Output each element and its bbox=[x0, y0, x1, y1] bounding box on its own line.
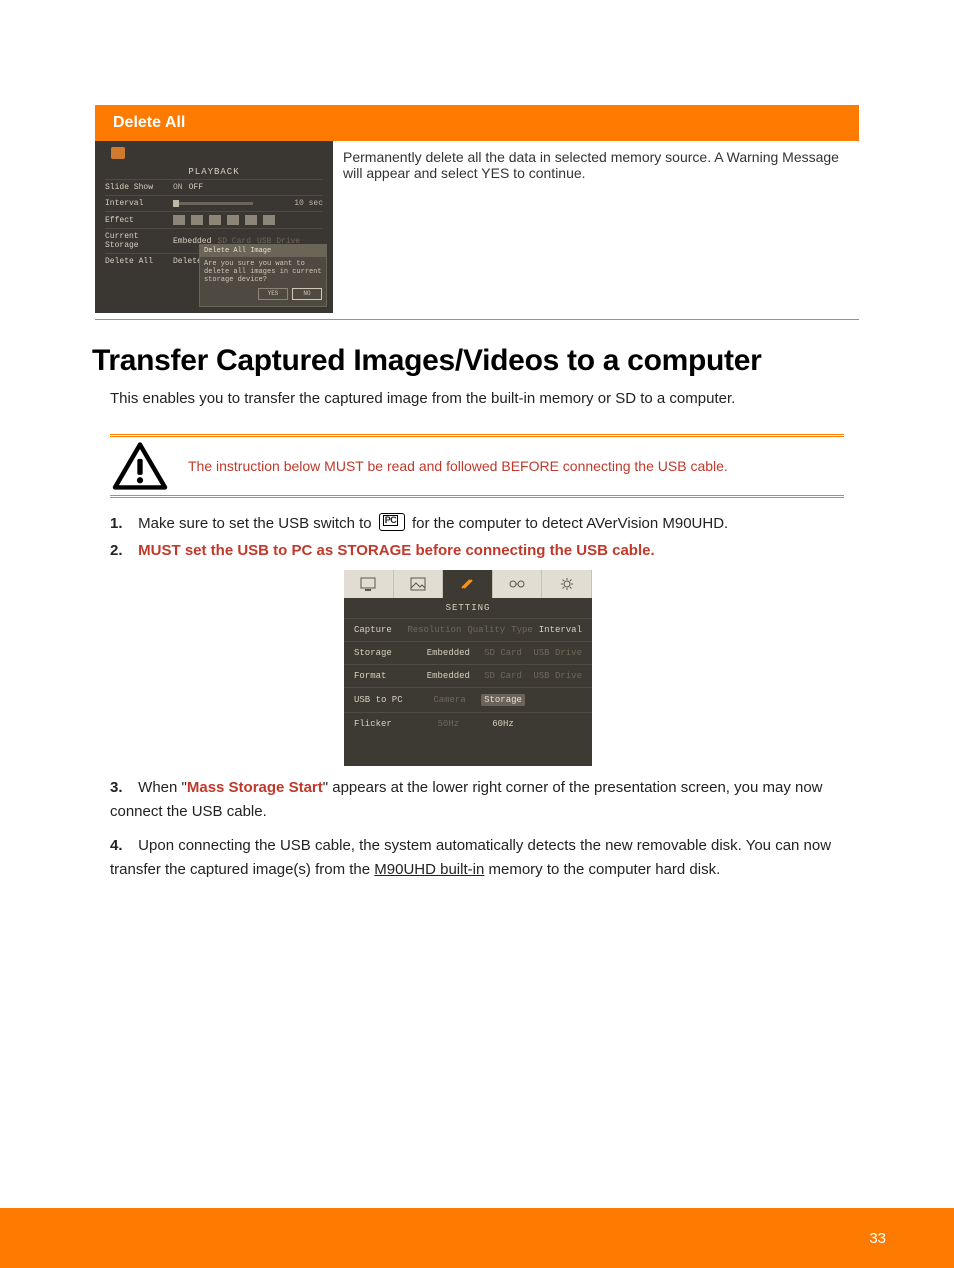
pc-switch-icon bbox=[379, 513, 405, 531]
usb-to-pc-storage-selected: Storage bbox=[481, 694, 525, 706]
setting-row-storage: Storage Embedded SD Card USB Drive bbox=[344, 641, 592, 664]
setting-menu-screenshot: SETTING Capture Resolution Quality Type … bbox=[344, 570, 592, 766]
section-banner-delete-all: Delete All bbox=[95, 105, 859, 141]
dialog-yes: YES bbox=[258, 288, 288, 300]
effect-icon-6 bbox=[263, 215, 275, 225]
interval-slider bbox=[173, 202, 253, 205]
effect-icon-2 bbox=[191, 215, 203, 225]
setting-row-capture: Capture Resolution Quality Type Interval bbox=[344, 618, 592, 641]
playback-menu-screenshot: PLAYBACK Slide Show ON OFF Interval 10 s… bbox=[95, 141, 333, 313]
playback-row-slideshow: Slide Show ON OFF bbox=[105, 179, 323, 195]
effect-icon-4 bbox=[227, 215, 239, 225]
step-3: 3. When "Mass Storage Start" appears at … bbox=[110, 776, 844, 824]
playback-top-icon bbox=[111, 147, 125, 159]
playback-row-effect: Effect bbox=[105, 211, 323, 228]
warning-text: The instruction below MUST be read and f… bbox=[188, 457, 728, 475]
setting-row-usb-to-pc: USB to PC Camera Storage bbox=[344, 687, 592, 712]
step-4: 4. Upon connecting the USB cable, the sy… bbox=[110, 834, 844, 882]
tab-pc-ab-icon bbox=[344, 570, 394, 598]
page-number: 33 bbox=[869, 1230, 886, 1247]
tab-image-icon bbox=[394, 570, 444, 598]
rule-top bbox=[110, 434, 844, 437]
setting-row-flicker: Flicker 50Hz 60Hz bbox=[344, 712, 592, 735]
dialog-no: NO bbox=[292, 288, 322, 300]
playback-row: PLAYBACK Slide Show ON OFF Interval 10 s… bbox=[95, 141, 859, 320]
warning-row: The instruction below MUST be read and f… bbox=[110, 441, 844, 491]
tab-link-icon bbox=[493, 570, 543, 598]
setting-header: SETTING bbox=[344, 598, 592, 618]
warning-icon bbox=[110, 441, 170, 491]
setting-tabs bbox=[344, 570, 592, 598]
dialog-body: Are you sure you want to delete all imag… bbox=[204, 260, 322, 284]
heading-transfer: Transfer Captured Images/Videos to a com… bbox=[92, 344, 862, 378]
tab-gear-icon bbox=[542, 570, 592, 598]
effect-icon-5 bbox=[245, 215, 257, 225]
playback-row-interval: Interval 10 sec bbox=[105, 195, 323, 211]
playback-header: PLAYBACK bbox=[95, 167, 333, 177]
step-2: 2. MUST set the USB to PC as STORAGE bef… bbox=[110, 539, 844, 562]
page-footer: 33 bbox=[0, 1208, 954, 1268]
intro-text: This enables you to transfer the capture… bbox=[110, 388, 844, 410]
effect-icon-1 bbox=[173, 215, 185, 225]
setting-row-format: Format Embedded SD Card USB Drive bbox=[344, 664, 592, 687]
delete-all-description: Permanently delete all the data in selec… bbox=[333, 141, 859, 313]
step-1: 1. Make sure to set the USB switch to fo… bbox=[110, 512, 844, 535]
effect-icon-3 bbox=[209, 215, 221, 225]
tab-tools-icon bbox=[443, 570, 493, 598]
dialog-title: Delete All Image bbox=[200, 245, 326, 257]
delete-all-dialog: Delete All Image Are you sure you want t… bbox=[199, 244, 327, 307]
rule-bottom bbox=[110, 495, 844, 498]
section-banner-label: Delete All bbox=[113, 114, 185, 132]
